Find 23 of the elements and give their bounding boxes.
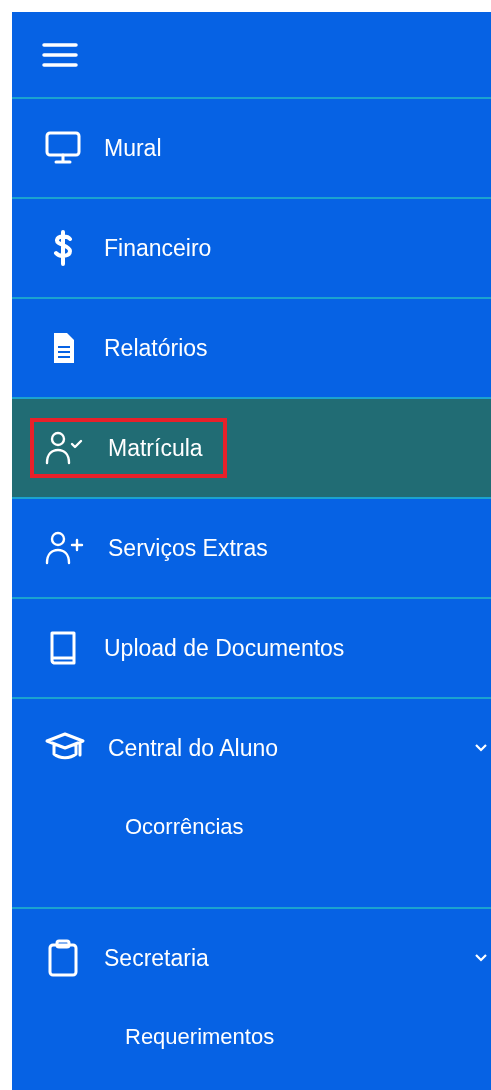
menu-label: Secretaria xyxy=(104,944,209,972)
menu-item[interactable]: Mural xyxy=(12,99,491,197)
menu-item[interactable]: Upload de Documentos xyxy=(12,599,491,697)
menu-label: Financeiro xyxy=(104,234,212,262)
menu-label: Mural xyxy=(104,134,162,162)
menu-item[interactable]: Relatórios xyxy=(12,299,491,397)
menu-label: Serviços Extras xyxy=(108,534,268,562)
menu-label: Matrícula xyxy=(108,434,203,462)
submenu-item[interactable]: Ocorrências xyxy=(12,797,491,857)
submenu-item[interactable]: Requerimentos xyxy=(12,1007,491,1067)
chevron-icon[interactable] xyxy=(473,742,489,754)
menu-item[interactable]: Matrícula xyxy=(12,399,491,497)
chevron-icon[interactable] xyxy=(473,952,489,964)
menu-item[interactable]: Financeiro xyxy=(12,199,491,297)
menu-item[interactable]: Secretaria xyxy=(12,909,491,1007)
menu-label: Upload de Documentos xyxy=(104,634,345,662)
menu-label: Central do Aluno xyxy=(108,734,279,762)
menu-label: Relatórios xyxy=(104,334,208,362)
menu-icon[interactable] xyxy=(42,41,78,68)
user-plus-icon xyxy=(44,530,86,566)
monitor-icon xyxy=(44,131,82,165)
menu-item[interactable]: Serviços Extras xyxy=(12,499,491,597)
menu-item[interactable]: Central do Aluno xyxy=(12,699,491,797)
